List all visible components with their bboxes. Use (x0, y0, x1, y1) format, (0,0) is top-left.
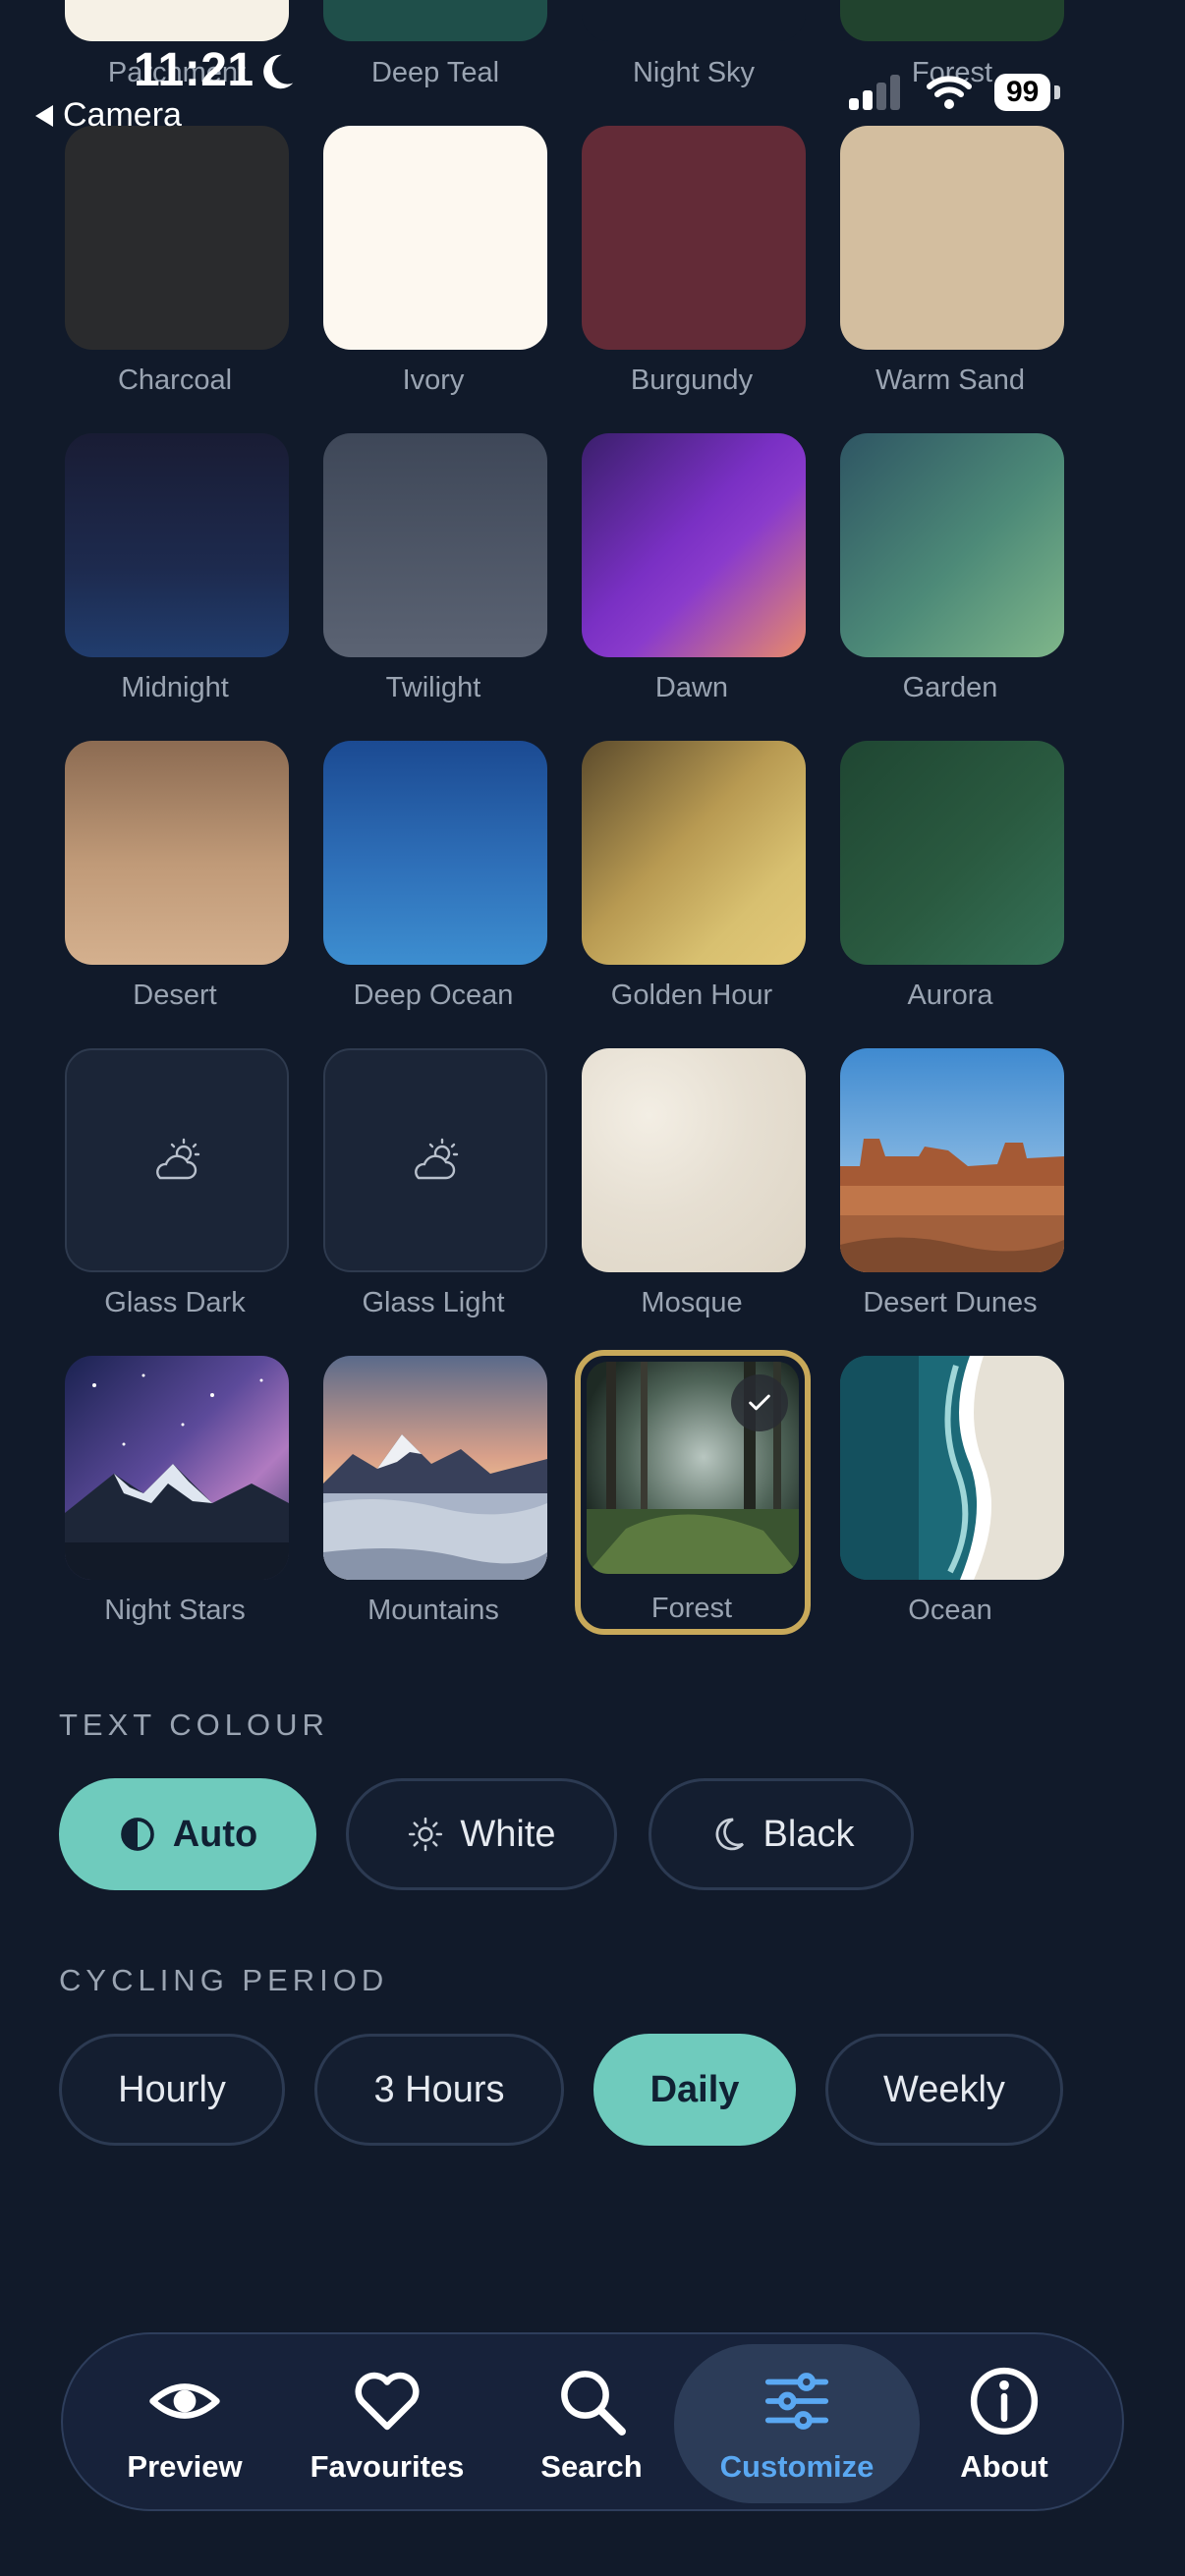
tile-ivory[interactable] (323, 126, 547, 350)
back-to-camera[interactable]: Camera (35, 96, 182, 135)
tile-label: Ocean (908, 1595, 992, 1626)
tile-deep-ocean[interactable] (323, 741, 547, 965)
mountains-image (323, 1356, 547, 1580)
cycling-weekly-button[interactable]: Weekly (825, 2034, 1063, 2146)
tile-label: Charcoal (117, 364, 233, 396)
desert-dunes-image (840, 1048, 1064, 1272)
tile-label: Night Sky (632, 57, 756, 88)
eye-icon (149, 2383, 220, 2419)
text-colour-black-button[interactable]: Black (649, 1778, 914, 1890)
text-colour-white-label: White (460, 1813, 556, 1855)
nav-favourites[interactable]: Favourites (289, 2344, 485, 2503)
tile-label: Glass Dark (104, 1287, 246, 1318)
cycling-daily-button[interactable]: Daily (593, 2034, 796, 2146)
text-colour-black-label: Black (762, 1813, 855, 1855)
tile-forest-top[interactable] (840, 0, 1064, 41)
tile-label: Deep Teal (370, 57, 500, 88)
nav-customize-label: Customize (719, 2449, 875, 2484)
cycling-daily-label: Daily (649, 2068, 740, 2110)
ocean-image (840, 1356, 1064, 1580)
tile-label: Glass Light (362, 1287, 505, 1318)
tile-glass-light[interactable] (323, 1048, 547, 1272)
wifi-icon (927, 76, 972, 109)
cycling-hourly-label: Hourly (118, 2068, 226, 2110)
tile-garden[interactable] (840, 433, 1064, 657)
customize-screen: Parchment Deep Teal Night Sky Forest 11:… (0, 0, 1185, 2576)
tile-mosque[interactable] (582, 1048, 806, 1272)
text-colour-white-button[interactable]: White (346, 1778, 617, 1890)
tile-aurora[interactable] (840, 741, 1064, 965)
sun-icon (409, 1817, 443, 1852)
cycling-hourly-button[interactable]: Hourly (59, 2034, 285, 2146)
tile-warm-sand[interactable] (840, 126, 1064, 350)
tile-twilight[interactable] (323, 433, 547, 657)
text-colour-auto-label: Auto (172, 1813, 258, 1855)
cycling-weekly-label: Weekly (883, 2068, 1005, 2110)
nav-favourites-label: Favourites (310, 2449, 465, 2484)
search-icon (561, 2371, 626, 2436)
back-arrow-icon (35, 104, 53, 127)
nav-about-label: About (960, 2449, 1048, 2484)
tile-label: Midnight (121, 672, 229, 703)
tile-desert-dunes[interactable] (840, 1048, 1064, 1272)
tile-label: Desert Dunes (863, 1287, 1038, 1318)
tile-burgundy[interactable] (582, 126, 806, 350)
signal-icon (849, 75, 900, 110)
nav-search[interactable]: Search (493, 2344, 690, 2503)
tile-label: Night Stars (104, 1595, 246, 1626)
nav-search-label: Search (540, 2449, 643, 2484)
tile-label: Golden Hour (610, 980, 773, 1011)
tile-label: Desert (133, 980, 217, 1011)
tile-label: Warm Sand (875, 364, 1026, 396)
battery-indicator: 99 (994, 74, 1061, 111)
tile-charcoal[interactable] (65, 126, 289, 350)
text-colour-heading: TEXT COLOUR (59, 1708, 329, 1742)
tile-label: Aurora (907, 980, 993, 1011)
back-label: Camera (63, 96, 182, 134)
tile-label: Mosque (641, 1287, 743, 1318)
status-time: 11:21 (134, 44, 254, 96)
partly-cloudy-icon (156, 1138, 200, 1180)
moon-icon (715, 1818, 744, 1851)
partly-cloudy-icon (415, 1138, 459, 1180)
cycling-3-hours-label: 3 Hours (373, 2068, 505, 2110)
tile-mountains[interactable] (323, 1356, 547, 1580)
tile-label: Mountains (367, 1595, 499, 1626)
info-icon (970, 2367, 1039, 2436)
tile-golden-hour[interactable] (582, 741, 806, 965)
heart-icon (355, 2372, 420, 2431)
tile-midnight[interactable] (65, 433, 289, 657)
half-circle-icon (120, 1818, 154, 1851)
tile-desert[interactable] (65, 741, 289, 965)
cycling-period-heading: CYCLING PERIOD (59, 1963, 389, 1997)
bottom-tab-bar: Preview Favourites Search Customize Abou… (61, 2332, 1124, 2511)
tile-label: Deep Ocean (353, 980, 514, 1011)
cycling-3-hours-button[interactable]: 3 Hours (314, 2034, 564, 2146)
nav-about[interactable]: About (906, 2344, 1102, 2503)
tile-label: Dawn (654, 672, 729, 703)
nav-preview[interactable]: Preview (86, 2344, 283, 2503)
moon-icon (263, 54, 294, 89)
selected-check-icon (731, 1374, 788, 1431)
sliders-icon (764, 2373, 829, 2430)
tile-dawn[interactable] (582, 433, 806, 657)
tile-deep-teal[interactable] (323, 0, 547, 41)
tile-ocean[interactable] (840, 1356, 1064, 1580)
battery-level: 99 (994, 74, 1051, 111)
tile-parchment[interactable] (65, 0, 289, 41)
tile-label: Garden (902, 672, 998, 703)
nav-customize[interactable]: Customize (674, 2344, 920, 2503)
nav-preview-label: Preview (127, 2449, 243, 2484)
tile-night-sky[interactable] (582, 0, 806, 41)
text-colour-auto-button[interactable]: Auto (59, 1778, 316, 1890)
status-indicators: 99 (847, 73, 1061, 112)
night-stars-image (65, 1356, 289, 1580)
tile-label: Twilight (385, 672, 481, 703)
tile-glass-dark[interactable] (65, 1048, 289, 1272)
tile-night-stars[interactable] (65, 1356, 289, 1580)
tile-label: Burgundy (630, 364, 754, 396)
tile-label: Forest (650, 1593, 733, 1624)
tile-label: Ivory (402, 364, 465, 396)
